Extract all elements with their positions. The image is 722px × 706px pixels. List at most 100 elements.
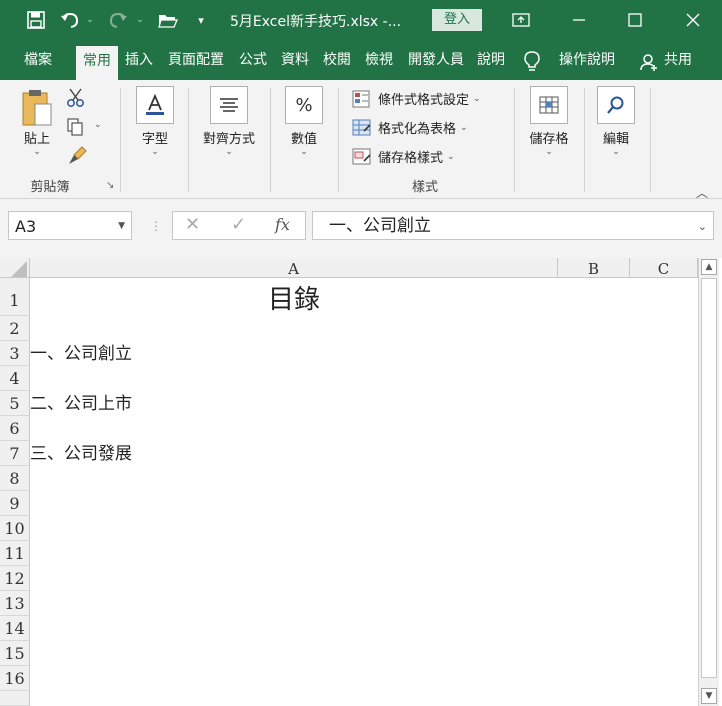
- signin-button[interactable]: 登入: [432, 9, 482, 31]
- cell-a1[interactable]: 目錄: [30, 280, 558, 316]
- title-bar: ⌄ ⌄ ▾ 5月Excel新手技巧.xlsx -... 登入: [0, 0, 722, 40]
- tab-developer[interactable]: 開發人員: [402, 46, 470, 80]
- paste-label: 貼上: [23, 132, 50, 147]
- column-header-a[interactable]: A: [30, 258, 558, 278]
- row-header-6[interactable]: 6: [0, 416, 30, 441]
- ribbon-display-icon[interactable]: [508, 8, 534, 32]
- alignment-button[interactable]: 對齊方式 ⌄: [196, 86, 262, 157]
- redo-dropdown-icon[interactable]: ⌄: [134, 8, 146, 32]
- tab-page-layout[interactable]: 頁面配置: [162, 46, 230, 80]
- row-header-9[interactable]: 9: [0, 491, 30, 516]
- cells-dropdown-icon: ⌄: [545, 147, 553, 157]
- clipboard-group-label: 剪貼簿: [30, 180, 70, 195]
- number-button[interactable]: % 數值 ⌄: [280, 86, 328, 157]
- save-icon[interactable]: [24, 8, 48, 32]
- vertical-scrollbar[interactable]: ▲ ▼: [698, 258, 719, 706]
- font-button[interactable]: 字型 ⌄: [132, 86, 178, 157]
- row-header-17[interactable]: [0, 691, 30, 706]
- row-header-13[interactable]: 13: [0, 591, 30, 616]
- row-header-5[interactable]: 5: [0, 391, 30, 416]
- expand-formula-icon[interactable]: ⌄: [698, 212, 707, 241]
- font-icon: [136, 86, 174, 124]
- open-folder-icon[interactable]: [156, 8, 180, 32]
- redo-icon[interactable]: [106, 8, 130, 32]
- share-button[interactable]: 共用: [660, 46, 696, 80]
- paste-button[interactable]: 貼上 ⌄: [14, 88, 60, 157]
- cell-a3[interactable]: 一、公司創立: [30, 342, 132, 367]
- column-header-b[interactable]: B: [558, 258, 630, 278]
- conditional-formatting-icon: [352, 90, 370, 107]
- conditional-formatting-button[interactable]: 條件式格式設定 ⌄: [352, 89, 481, 108]
- row-header-12[interactable]: 12: [0, 566, 30, 591]
- cells-icon: [530, 86, 568, 124]
- cells-button[interactable]: 儲存格 ⌄: [522, 86, 576, 157]
- name-box-dropdown-icon[interactable]: ▼: [118, 212, 125, 241]
- cell-a7[interactable]: 三、公司發展: [30, 442, 132, 467]
- scroll-thumb[interactable]: [701, 278, 717, 678]
- dialog-launcher-icon[interactable]: ↘: [106, 180, 114, 191]
- cell-a5[interactable]: 二、公司上市: [30, 392, 132, 417]
- tab-home[interactable]: 常用: [76, 46, 118, 81]
- tab-help[interactable]: 說明: [472, 46, 510, 80]
- paste-icon: [22, 90, 52, 126]
- copy-dropdown-icon[interactable]: ⌄: [94, 120, 102, 130]
- row-header-16[interactable]: 16: [0, 666, 30, 691]
- table-dropdown-icon: ⌄: [460, 122, 468, 133]
- tell-me-search[interactable]: 操作說明: [554, 46, 620, 80]
- formula-input[interactable]: 一、公司創立 ⌄: [312, 211, 714, 240]
- undo-icon[interactable]: [58, 8, 82, 32]
- lightbulb-icon[interactable]: [522, 50, 542, 76]
- row-header-8[interactable]: 8: [0, 466, 30, 491]
- share-icon[interactable]: [640, 53, 658, 75]
- tab-data[interactable]: 資料: [276, 46, 314, 80]
- font-dropdown-icon: ⌄: [151, 147, 159, 157]
- align-center-icon: [210, 86, 248, 124]
- cut-icon[interactable]: [66, 88, 86, 112]
- row-header-1[interactable]: 1: [0, 278, 30, 316]
- tab-file[interactable]: 檔案: [14, 46, 62, 80]
- select-all-corner[interactable]: [0, 258, 30, 278]
- row-header-2[interactable]: 2: [0, 316, 30, 341]
- row-header-11[interactable]: 11: [0, 541, 30, 566]
- formula-buttons: ✕ ✓ fx: [172, 211, 306, 240]
- editing-label: 編輯: [602, 132, 629, 147]
- insert-function-icon[interactable]: fx: [275, 215, 290, 234]
- cell-styles-button[interactable]: 儲存格樣式 ⌄: [352, 147, 455, 166]
- tab-review[interactable]: 校閱: [318, 46, 356, 80]
- close-icon[interactable]: [680, 8, 706, 32]
- window-title: 5月Excel新手技巧.xlsx -...: [230, 14, 402, 30]
- row-header-7[interactable]: 7: [0, 441, 30, 466]
- enter-icon[interactable]: ✓: [231, 214, 246, 235]
- cell-styles-label: 儲存格樣式: [378, 151, 444, 166]
- name-box-value: A3: [15, 217, 37, 236]
- customize-qat-icon[interactable]: ▾: [194, 8, 208, 32]
- row-header-15[interactable]: 15: [0, 641, 30, 666]
- formula-content: 一、公司創立: [329, 216, 431, 236]
- cancel-icon[interactable]: ✕: [185, 214, 200, 235]
- format-as-table-button[interactable]: 格式化為表格 ⌄: [352, 118, 468, 137]
- scroll-down-icon[interactable]: ▼: [701, 688, 717, 704]
- scroll-up-icon[interactable]: ▲: [701, 259, 717, 275]
- tab-formulas[interactable]: 公式: [234, 46, 272, 80]
- maximize-icon[interactable]: [622, 8, 648, 32]
- tab-view[interactable]: 檢視: [360, 46, 398, 80]
- row-header-14[interactable]: 14: [0, 616, 30, 641]
- formula-bar-grip-icon[interactable]: ⋮: [150, 219, 162, 233]
- copy-icon[interactable]: [66, 117, 86, 141]
- row-header-10[interactable]: 10: [0, 516, 30, 541]
- styles-group-label: 樣式: [411, 180, 438, 195]
- row-header-3[interactable]: 3: [0, 341, 30, 366]
- conditional-formatting-label: 條件式格式設定: [378, 93, 470, 108]
- alignment-label: 對齊方式: [202, 132, 255, 147]
- cells-label: 儲存格: [529, 132, 569, 147]
- format-painter-icon[interactable]: [66, 146, 88, 170]
- format-as-table-label: 格式化為表格: [378, 122, 457, 137]
- editing-button[interactable]: 編輯 ⌄: [592, 86, 640, 157]
- undo-dropdown-icon[interactable]: ⌄: [84, 8, 96, 32]
- column-header-c[interactable]: C: [630, 258, 698, 278]
- row-header-4[interactable]: 4: [0, 366, 30, 391]
- minimize-icon[interactable]: [566, 8, 592, 32]
- name-box[interactable]: A3 ▼: [8, 211, 132, 240]
- worksheet-grid[interactable]: A B C 1 2 3 4 5 6 7 8 9 10 11 12 13 14 1…: [0, 258, 722, 706]
- tab-insert[interactable]: 插入: [120, 46, 158, 80]
